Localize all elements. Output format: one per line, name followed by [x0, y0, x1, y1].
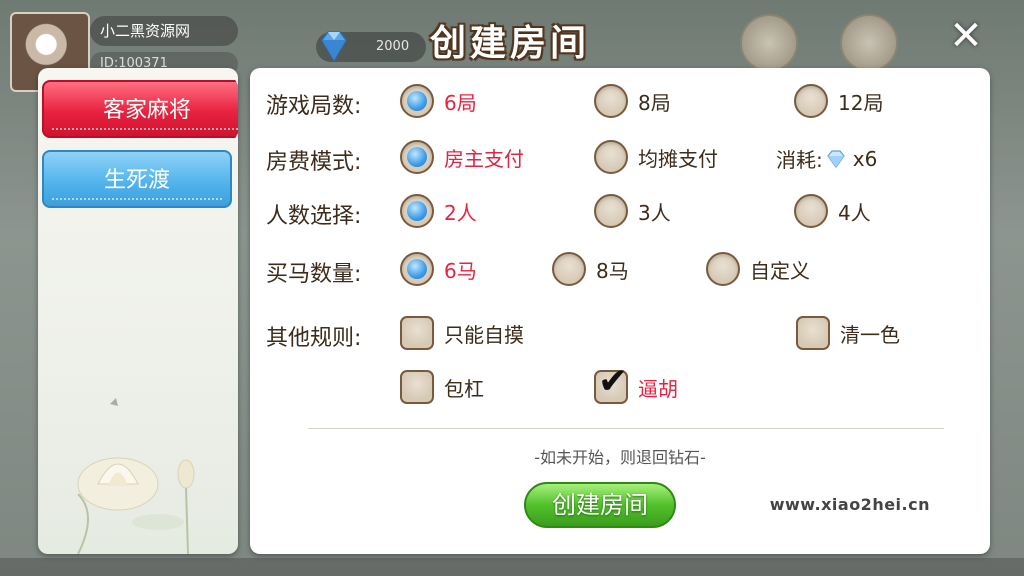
rounds-option-8[interactable]: 8局 [594, 84, 671, 118]
radio-button[interactable] [594, 140, 628, 174]
gift-icon[interactable] [840, 14, 898, 72]
checkmark-icon: ✔ [598, 361, 629, 402]
horses-option-6[interactable]: 6马 [400, 252, 477, 286]
checkbox[interactable] [400, 370, 434, 404]
option-label: 8局 [638, 90, 671, 115]
radio-button[interactable] [400, 140, 434, 174]
option-label: 4人 [838, 200, 871, 225]
fee-option-owner[interactable]: 房主支付 [400, 140, 524, 174]
checkbox[interactable] [796, 316, 830, 350]
players-option-4[interactable]: 4人 [794, 194, 871, 228]
option-label: 3人 [638, 200, 671, 225]
dialog-title: 创建房间 [429, 22, 590, 64]
option-label: 12局 [838, 90, 884, 115]
create-room-button[interactable]: 创建房间 [524, 482, 676, 528]
radio-button[interactable] [400, 194, 434, 228]
radio-button[interactable] [400, 84, 434, 118]
tab-shengsidu[interactable]: 生死渡 [42, 150, 232, 208]
radio-button[interactable] [552, 252, 586, 286]
option-label: 8马 [596, 258, 629, 283]
rounds-option-6[interactable]: 6局 [400, 84, 477, 118]
horses-option-8[interactable]: 8马 [552, 252, 629, 286]
option-label: 包杠 [444, 376, 484, 401]
bottom-bar [0, 558, 1024, 576]
option-label: 只能自摸 [444, 322, 524, 347]
horses-label: 买马数量: [266, 262, 362, 287]
radio-button[interactable] [594, 84, 628, 118]
user-name: 小二黑资源网 [90, 16, 238, 46]
option-label: 自定义 [750, 258, 810, 283]
divider [308, 428, 944, 429]
rounds-option-12[interactable]: 12局 [794, 84, 883, 118]
diamond-icon [321, 31, 347, 62]
rule-bao-gang[interactable]: 包杠 [400, 370, 484, 404]
radio-button[interactable] [794, 84, 828, 118]
players-option-2[interactable]: 2人 [400, 194, 477, 228]
rule-pure-suit[interactable]: 清一色 [796, 316, 900, 350]
checkbox[interactable] [400, 316, 434, 350]
fee-option-split[interactable]: 均摊支付 [594, 140, 718, 174]
cost-value: x6 [852, 146, 878, 171]
option-label: 房主支付 [444, 146, 524, 171]
option-label: 6马 [444, 258, 477, 283]
refund-note: -如未开始，则退回钻石- [534, 448, 706, 467]
option-label: 均摊支付 [638, 146, 718, 171]
shop-icon[interactable] [740, 14, 798, 72]
radio-button[interactable] [400, 252, 434, 286]
rule-bi-hu[interactable]: ✔ 逼胡 [594, 362, 678, 404]
cost-label: 消耗: [776, 148, 823, 172]
other-rules-label: 其他规则: [266, 326, 362, 351]
fee-cost: 消耗: x6 [776, 144, 877, 173]
fee-mode-label: 房费模式: [266, 150, 362, 175]
radio-button[interactable] [594, 194, 628, 228]
tab-hakka-mahjong[interactable]: 客家麻将 [42, 80, 238, 138]
players-option-3[interactable]: 3人 [594, 194, 671, 228]
option-label: 6局 [444, 90, 477, 115]
room-options-panel: 游戏局数: 6局 8局 12局 房费模式: 房主支付 均摊支付 消耗: x6 人… [250, 68, 990, 554]
option-label: 逼胡 [638, 376, 678, 401]
close-icon[interactable]: ✕ [940, 12, 992, 64]
checkbox[interactable]: ✔ [594, 362, 628, 404]
horses-option-custom[interactable]: 自定义 [706, 252, 810, 286]
radio-button[interactable] [706, 252, 740, 286]
players-label: 人数选择: [266, 204, 362, 229]
diamond-icon [826, 149, 845, 168]
watermark: www.xiao2hei.cn [769, 495, 930, 514]
option-label: 清一色 [840, 322, 900, 347]
rule-self-draw-only[interactable]: 只能自摸 [400, 316, 524, 350]
radio-button[interactable] [794, 194, 828, 228]
rounds-label: 游戏局数: [266, 94, 362, 119]
game-type-panel: 客家麻将 生死渡 [38, 68, 238, 554]
option-label: 2人 [444, 200, 477, 225]
lotus-decoration [77, 398, 195, 554]
